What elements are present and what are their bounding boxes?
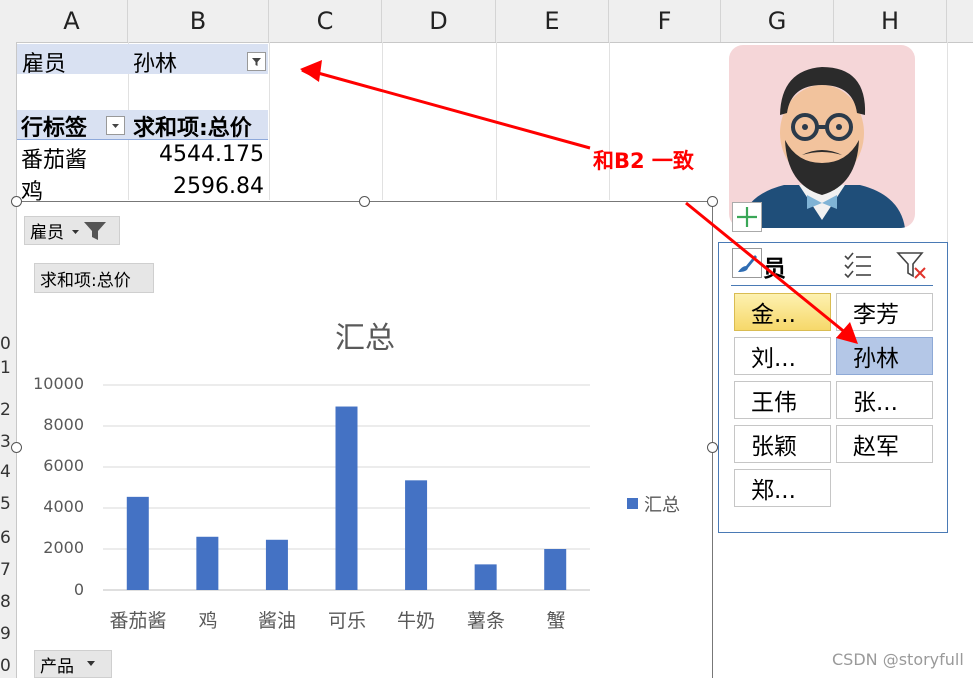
slicer-format-button[interactable]: [732, 248, 762, 278]
y-tick-label: 2000: [43, 538, 84, 557]
y-tick-label: 8000: [43, 415, 84, 434]
watermark: CSDN @storyfull: [832, 650, 964, 669]
slicer-item[interactable]: 张颖: [734, 425, 831, 463]
slicer-item[interactable]: 王伟: [734, 381, 831, 419]
y-tick-label: 4000: [43, 497, 84, 516]
x-category-label: 鸡: [198, 610, 218, 632]
bar[interactable]: [405, 480, 428, 590]
x-category-label: 酱油: [257, 610, 296, 632]
x-category-label: 蟹: [546, 610, 566, 632]
slicer-item[interactable]: 孙林: [836, 337, 933, 375]
slicer-item[interactable]: 刘...: [734, 337, 831, 375]
bar[interactable]: [544, 549, 567, 590]
legend-swatch: [627, 498, 638, 509]
slicer-item[interactable]: 郑...: [734, 469, 831, 507]
slicer-item[interactable]: 李芳: [836, 293, 933, 331]
plus-icon: [737, 207, 757, 227]
x-category-label: 薯条: [466, 610, 505, 632]
bar[interactable]: [126, 496, 149, 590]
x-category-label: 可乐: [327, 610, 366, 632]
slicer-item[interactable]: 张...: [836, 381, 933, 419]
bar[interactable]: [474, 564, 497, 590]
annotation-text: 和B2 一致: [593, 149, 694, 173]
x-category-label: 牛奶: [396, 610, 435, 632]
clear-filter-button[interactable]: [895, 250, 929, 280]
bearded-man-icon: [739, 67, 905, 228]
multi-select-icon: [844, 252, 871, 279]
slicer-title: 员: [763, 256, 786, 282]
avatar[interactable]: [729, 45, 915, 228]
slicer-item[interactable]: 金...: [734, 293, 831, 331]
brush-icon: [738, 255, 757, 272]
y-tick-label: 0: [73, 580, 84, 599]
add-picture-button[interactable]: [732, 202, 762, 232]
x-category-label: 番茄酱: [109, 610, 167, 632]
slicer-item[interactable]: 赵军: [836, 425, 933, 463]
clear-filter-icon: [896, 252, 926, 279]
legend-label: 汇总: [644, 495, 680, 516]
y-tick-label: 6000: [43, 456, 84, 475]
multi-select-button[interactable]: [841, 250, 875, 280]
slicer-header-divider: [731, 285, 933, 286]
bar[interactable]: [196, 536, 219, 590]
bar[interactable]: [335, 406, 358, 590]
bar[interactable]: [265, 539, 288, 590]
y-tick-label: 10000: [33, 374, 84, 393]
